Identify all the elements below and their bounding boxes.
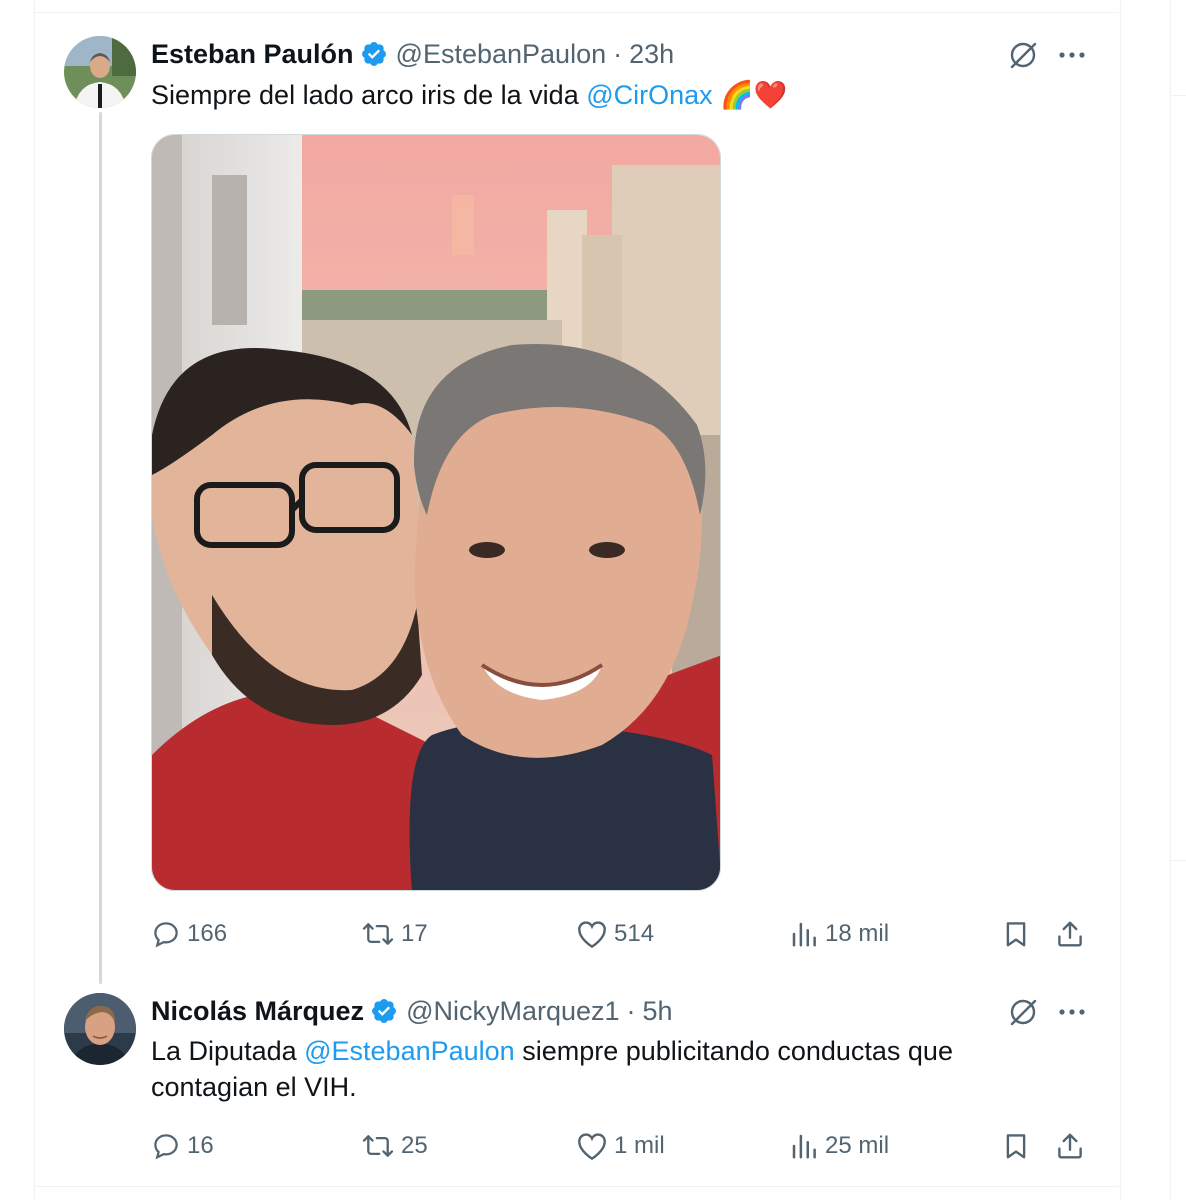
thread-connector-line — [99, 112, 102, 984]
share-icon — [1055, 918, 1085, 950]
separator: · — [613, 39, 623, 69]
views-button[interactable]: 25 mil — [789, 1126, 889, 1166]
share-icon — [1055, 1130, 1085, 1162]
repost-icon — [361, 919, 395, 949]
repost-button[interactable]: 17 — [361, 914, 428, 954]
views-count: 25 mil — [825, 1132, 890, 1159]
mention-link[interactable]: @CirOnax — [586, 80, 712, 110]
tweet-actions: 166 17 514 18 mil — [151, 914, 1091, 954]
author-handle[interactable]: @EstebanPaulon — [396, 37, 607, 71]
timestamp[interactable]: 23h — [629, 37, 674, 71]
grok-icon[interactable] — [1005, 994, 1041, 1030]
bookmark-icon — [1001, 1130, 1031, 1162]
more-icon[interactable] — [1054, 37, 1090, 73]
bookmark-button[interactable] — [1001, 914, 1031, 954]
avatar[interactable] — [64, 36, 136, 108]
like-button[interactable]: 1 mil — [576, 1126, 665, 1166]
timestamp[interactable]: 5h — [643, 994, 673, 1028]
tweet-header: Esteban Paulón @EstebanPaulon · 23h — [151, 37, 674, 71]
reply-icon — [151, 1131, 181, 1161]
views-count: 18 mil — [825, 920, 890, 947]
repost-icon — [361, 1131, 395, 1161]
author-handle[interactable]: @NickyMarquez1 — [406, 994, 619, 1028]
reply-count: 16 — [187, 1132, 214, 1159]
like-count: 514 — [614, 920, 655, 947]
share-button[interactable] — [1055, 1126, 1085, 1166]
bookmark-button[interactable] — [1001, 1126, 1031, 1166]
like-button[interactable]: 514 — [576, 914, 654, 954]
mention-link[interactable]: @EstebanPaulon — [304, 1036, 515, 1066]
repost-button[interactable]: 25 — [361, 1126, 428, 1166]
author-name[interactable]: Nicolás Márquez — [151, 994, 364, 1028]
reply-button[interactable]: 166 — [151, 914, 227, 954]
bookmark-icon — [1001, 918, 1031, 950]
repost-count: 17 — [401, 920, 428, 947]
grok-icon[interactable] — [1005, 37, 1041, 73]
views-icon — [789, 1131, 819, 1161]
share-button[interactable] — [1055, 914, 1085, 954]
verified-badge-icon — [360, 40, 388, 68]
tweet-text-body: Siempre del lado arco iris de la vida — [151, 80, 587, 110]
right-panel-edge — [1170, 0, 1186, 1200]
tweet-actions: 16 25 1 mil 25 mil — [151, 1126, 1091, 1166]
tweet-text: La Diputada @EstebanPaulon siempre publi… — [151, 1033, 1011, 1105]
tweet-photo[interactable] — [151, 134, 721, 891]
divider — [34, 1186, 1119, 1187]
tweet-text-body: La Diputada — [151, 1036, 305, 1066]
tweet-text: Siempre del lado arco iris de la vida @C… — [151, 77, 1031, 113]
views-icon — [789, 919, 819, 949]
like-icon — [576, 1131, 608, 1161]
tweet-header: Nicolás Márquez @NickyMarquez1 · 5h — [151, 994, 673, 1028]
emoji-rainbow-heart: 🌈❤️ — [712, 80, 788, 110]
reply-icon — [151, 919, 181, 949]
like-count: 1 mil — [614, 1132, 665, 1159]
repost-count: 25 — [401, 1132, 428, 1159]
author-name[interactable]: Esteban Paulón — [151, 37, 354, 71]
reply-button[interactable]: 16 — [151, 1126, 214, 1166]
views-button[interactable]: 18 mil — [789, 914, 889, 954]
avatar[interactable] — [64, 993, 136, 1065]
like-icon — [576, 919, 608, 949]
verified-badge-icon — [370, 997, 398, 1025]
separator: · — [626, 996, 636, 1026]
reply-count: 166 — [187, 920, 228, 947]
divider — [34, 12, 1119, 13]
more-icon[interactable] — [1054, 994, 1090, 1030]
